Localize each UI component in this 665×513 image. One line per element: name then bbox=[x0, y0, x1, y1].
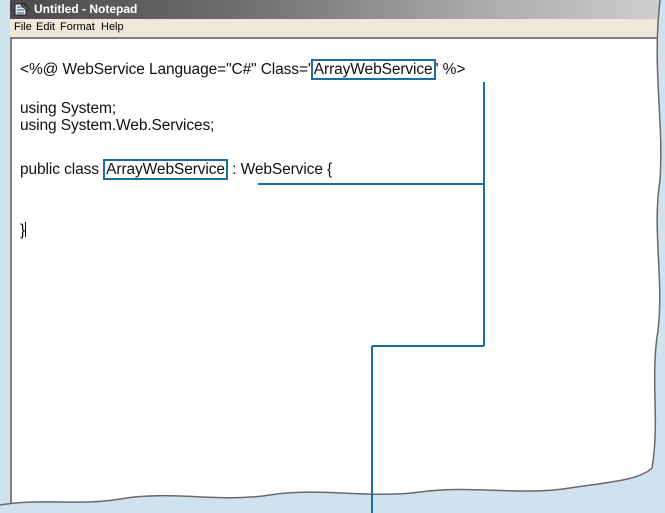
torn-paper-line bbox=[0, 0, 662, 506]
callout-connector bbox=[258, 82, 485, 513]
notepad-window: Untitled - Notepad File Edit Format Help… bbox=[0, 0, 665, 513]
torn-paper-edge bbox=[0, 0, 665, 513]
callout-overlay bbox=[0, 0, 665, 513]
